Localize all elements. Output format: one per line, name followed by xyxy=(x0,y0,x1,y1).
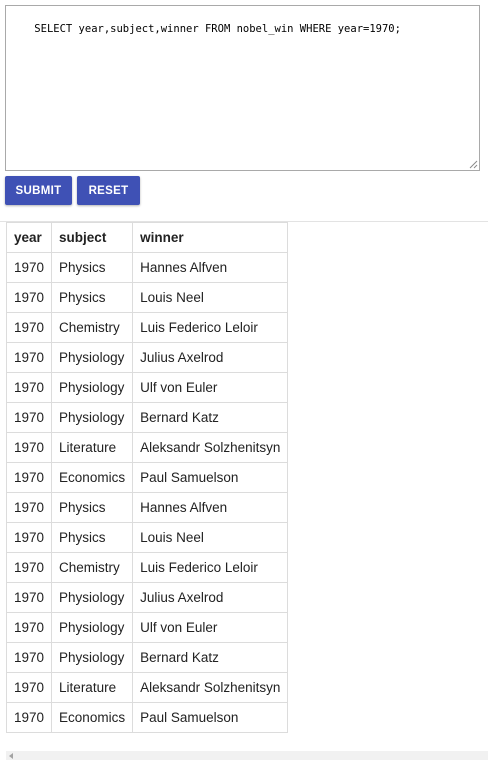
cell-winner: Aleksandr Solzhenitsyn xyxy=(132,672,289,703)
cell-year: 1970 xyxy=(5,342,53,373)
resize-handle-icon[interactable] xyxy=(468,159,478,169)
cell-winner: Luis Federico Leloir xyxy=(132,552,289,583)
table-row: 1970 Physiology Ulf von Euler xyxy=(5,372,289,403)
cell-subject: Physiology xyxy=(51,642,134,673)
cell-subject: Physiology xyxy=(51,612,134,643)
cell-winner: Luis Federico Leloir xyxy=(132,312,289,343)
cell-year: 1970 xyxy=(5,522,53,553)
column-header-winner: winner xyxy=(132,222,289,253)
cell-subject: Chemistry xyxy=(51,312,134,343)
cell-winner: Hannes Alfven xyxy=(132,252,289,283)
column-header-subject: subject xyxy=(51,222,134,253)
cell-winner: Louis Neel xyxy=(132,522,289,553)
cell-winner: Ulf von Euler xyxy=(132,612,289,643)
sql-query-text: SELECT year,subject,winner FROM nobel_wi… xyxy=(34,23,401,35)
cell-winner: Julius Axelrod xyxy=(132,342,289,373)
cell-subject: Physiology xyxy=(51,402,134,433)
cell-winner: Bernard Katz xyxy=(132,402,289,433)
cell-winner: Paul Samuelson xyxy=(132,462,289,493)
table-row: 1970 Economics Paul Samuelson xyxy=(5,462,289,493)
results-body: 1970 Physics Hannes Alfven 1970 Physics Louis… xyxy=(5,252,289,733)
cell-winner: Hannes Alfven xyxy=(132,492,289,523)
table-row: 1970 Literature Aleksandr Solzhenitsyn xyxy=(5,432,289,463)
cell-year: 1970 xyxy=(5,432,53,463)
table-row: 1970 Economics Paul Samuelson xyxy=(5,702,289,733)
cell-year: 1970 xyxy=(5,552,53,583)
cell-subject: Economics xyxy=(51,702,134,733)
table-row: 1970 Physics Hannes Alfven xyxy=(5,252,289,283)
cell-year: 1970 xyxy=(5,312,53,343)
table-row: 1970 Physiology Julius Axelrod xyxy=(5,342,289,373)
table-header-row: year subject winner xyxy=(5,222,289,253)
cell-year: 1970 xyxy=(5,402,53,433)
cell-year: 1970 xyxy=(5,612,53,643)
cell-subject: Literature xyxy=(51,432,134,463)
cell-subject: Physiology xyxy=(51,342,134,373)
cell-year: 1970 xyxy=(5,642,53,673)
table-row: 1970 Chemistry Luis Federico Leloir xyxy=(5,552,289,583)
reset-button[interactable]: RESET xyxy=(77,176,140,205)
scroll-left-arrow-icon[interactable] xyxy=(9,753,13,759)
table-row: 1970 Physiology Bernard Katz xyxy=(5,402,289,433)
table-row: 1970 Chemistry Luis Federico Leloir xyxy=(5,312,289,343)
cell-subject: Chemistry xyxy=(51,552,134,583)
cell-year: 1970 xyxy=(5,582,53,613)
cell-subject: Physics xyxy=(51,492,134,523)
table-row: 1970 Physics Hannes Alfven xyxy=(5,492,289,523)
cell-winner: Bernard Katz xyxy=(132,642,289,673)
table-row: 1970 Physics Louis Neel xyxy=(5,522,289,553)
cell-subject: Physiology xyxy=(51,372,134,403)
cell-subject: Physics xyxy=(51,282,134,313)
cell-year: 1970 xyxy=(5,462,53,493)
sql-query-textarea[interactable]: SELECT year,subject,winner FROM nobel_wi… xyxy=(5,5,480,171)
cell-winner: Paul Samuelson xyxy=(132,702,289,733)
cell-winner: Julius Axelrod xyxy=(132,582,289,613)
cell-year: 1970 xyxy=(5,252,53,283)
cell-subject: Literature xyxy=(51,672,134,703)
submit-button[interactable]: SUBMIT xyxy=(5,176,72,205)
cell-winner: Aleksandr Solzhenitsyn xyxy=(132,432,289,463)
table-row: 1970 Physiology Bernard Katz xyxy=(5,642,289,673)
table-row: 1970 Literature Aleksandr Solzhenitsyn xyxy=(5,672,289,703)
cell-subject: Economics xyxy=(51,462,134,493)
sql-editor-page: SELECT year,subject,winner FROM nobel_wi… xyxy=(0,0,488,760)
cell-year: 1970 xyxy=(5,372,53,403)
table-row: 1970 Physics Louis Neel xyxy=(5,282,289,313)
cell-year: 1970 xyxy=(5,702,53,733)
cell-subject: Physics xyxy=(51,252,134,283)
cell-year: 1970 xyxy=(5,672,53,703)
column-header-year: year xyxy=(5,222,53,253)
cell-subject: Physiology xyxy=(51,582,134,613)
results-table: year subject winner 1970 Physics Hannes Al… xyxy=(5,222,289,733)
cell-year: 1970 xyxy=(5,492,53,523)
cell-subject: Physics xyxy=(51,522,134,553)
cell-year: 1970 xyxy=(5,282,53,313)
horizontal-scrollbar[interactable] xyxy=(6,751,488,760)
table-row: 1970 Physiology Ulf von Euler xyxy=(5,612,289,643)
cell-winner: Ulf von Euler xyxy=(132,372,289,403)
cell-winner: Louis Neel xyxy=(132,282,289,313)
table-row: 1970 Physiology Julius Axelrod xyxy=(5,582,289,613)
